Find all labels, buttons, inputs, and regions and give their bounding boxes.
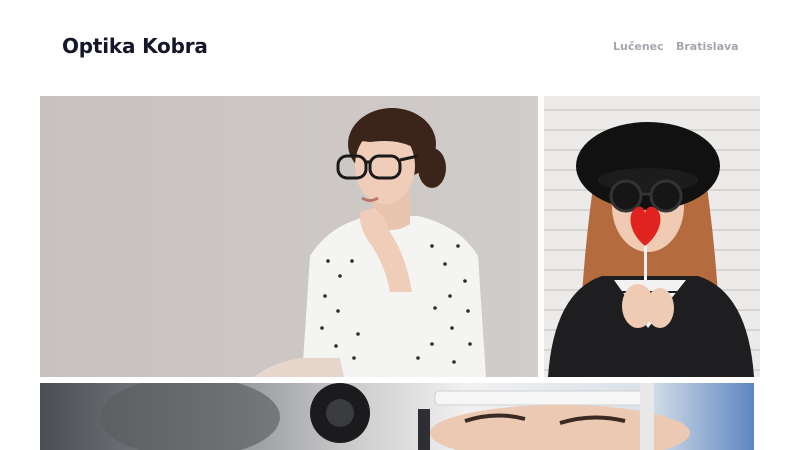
sunglasses-woman-illustration: [544, 96, 760, 377]
eyeglasses-woman-illustration: [40, 96, 538, 377]
gallery-photo-eyeglasses-woman[interactable]: [40, 96, 538, 377]
eye-exam-illustration: [40, 383, 754, 450]
gallery-photo-sunglasses-woman[interactable]: [544, 96, 760, 377]
site-header: Optika Kobra Lučenec Bratislava: [0, 0, 800, 96]
nav-link-lucenec[interactable]: Lučenec: [613, 40, 664, 53]
main-nav: Lučenec Bratislava: [0, 40, 800, 56]
gallery-photo-eye-exam[interactable]: [40, 383, 754, 450]
nav-link-bratislava[interactable]: Bratislava: [676, 40, 739, 53]
